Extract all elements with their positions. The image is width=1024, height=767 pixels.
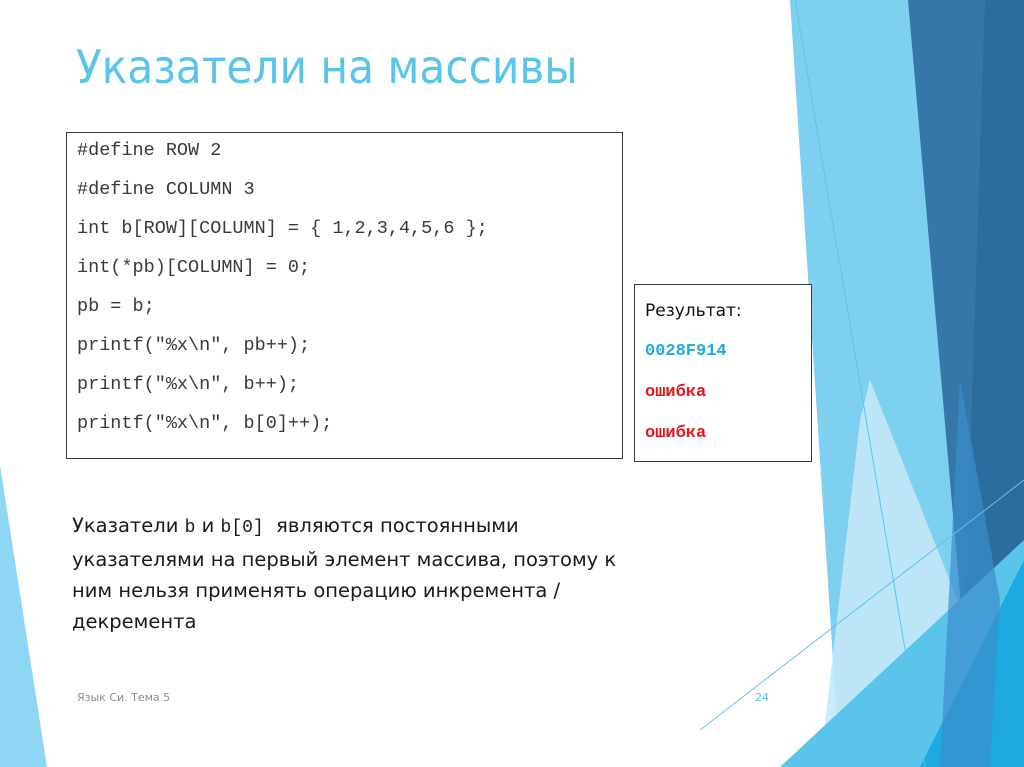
code-line: printf("%x\n", pb++); <box>77 335 311 356</box>
inline-code: b[0] <box>220 518 264 538</box>
code-block: #define ROW 2 #define COLUMN 3 int b[ROW… <box>66 132 623 459</box>
result-line-error: ошибка <box>645 383 707 402</box>
inline-code: b <box>184 518 196 538</box>
code-line: int b[ROW][COLUMN] = { 1,2,3,4,5,6 }; <box>77 218 488 239</box>
explanation-line-1: Указатели b и b[0] являются постоянными <box>72 510 732 544</box>
result-line-address: 0028F914 <box>645 342 727 361</box>
code-line: pb = b; <box>77 296 155 317</box>
result-box: Результат: 0028F914 ошибка ошибка <box>634 284 812 462</box>
page-number: 24 <box>755 691 769 704</box>
explanation-text-part: являются постоянными <box>263 514 519 537</box>
code-line: printf("%x\n", b++); <box>77 374 300 395</box>
explanation-line-4: декремента <box>72 610 197 633</box>
slide-title: Указатели на массивы <box>76 40 578 94</box>
left-accent-triangle <box>0 465 47 767</box>
explanation-text-part: и <box>195 514 221 537</box>
code-line: printf("%x\n", b[0]++); <box>77 413 333 434</box>
explanation-line-2: указателями на первый элемент массива, п… <box>72 548 617 571</box>
result-line-error: ошибка <box>645 424 707 443</box>
result-label: Результат: <box>645 301 742 321</box>
explanation-text-part: Указатели <box>72 514 185 537</box>
explanation-text: Указатели b и b[0] являются постоянными … <box>72 510 732 637</box>
explanation-line-3: ним нельзя применять операцию инкремента… <box>72 579 561 602</box>
code-line: #define ROW 2 <box>77 140 222 161</box>
code-line: int(*pb)[COLUMN] = 0; <box>77 257 311 278</box>
footer-text: Язык Си. Тема 5 <box>77 691 171 704</box>
code-line: #define COLUMN 3 <box>77 179 255 200</box>
